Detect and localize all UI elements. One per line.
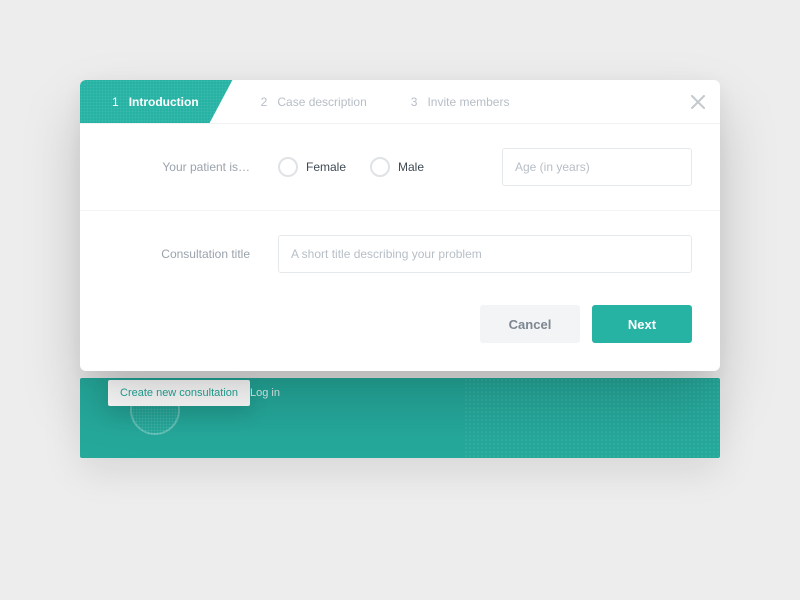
- title-label: Consultation title: [108, 247, 278, 261]
- gender-female-radio[interactable]: Female: [278, 157, 346, 177]
- step-number: 1: [112, 95, 119, 109]
- login-link[interactable]: Log in: [250, 387, 280, 399]
- step-label: Introduction: [129, 95, 199, 109]
- radio-label: Female: [306, 160, 346, 174]
- step-label: Case description: [277, 95, 366, 109]
- gender-male-radio[interactable]: Male: [370, 157, 424, 177]
- radio-icon: [278, 157, 298, 177]
- step-number: 2: [261, 95, 268, 109]
- step-number: 3: [411, 95, 418, 109]
- wizard-footer: Cancel Next: [80, 297, 720, 371]
- step-invite-members[interactable]: 3 Invite members: [389, 80, 532, 123]
- title-row: Consultation title: [80, 210, 720, 297]
- age-input[interactable]: [502, 148, 692, 186]
- next-button[interactable]: Next: [592, 305, 692, 343]
- radio-icon: [370, 157, 390, 177]
- step-label: Invite members: [427, 95, 509, 109]
- consultation-wizard-modal: 1 Introduction 2 Case description 3 Invi…: [80, 80, 720, 371]
- close-icon[interactable]: [676, 80, 720, 123]
- create-consultation-button[interactable]: Create new consultation: [108, 380, 250, 406]
- patient-row: Your patient is… Female Male: [80, 124, 720, 210]
- cancel-button[interactable]: Cancel: [480, 305, 580, 343]
- step-introduction[interactable]: 1 Introduction: [80, 80, 239, 123]
- patient-label: Your patient is…: [108, 160, 278, 174]
- radio-label: Male: [398, 160, 424, 174]
- consultation-title-input[interactable]: [278, 235, 692, 273]
- wizard-steps: 1 Introduction 2 Case description 3 Invi…: [80, 80, 720, 124]
